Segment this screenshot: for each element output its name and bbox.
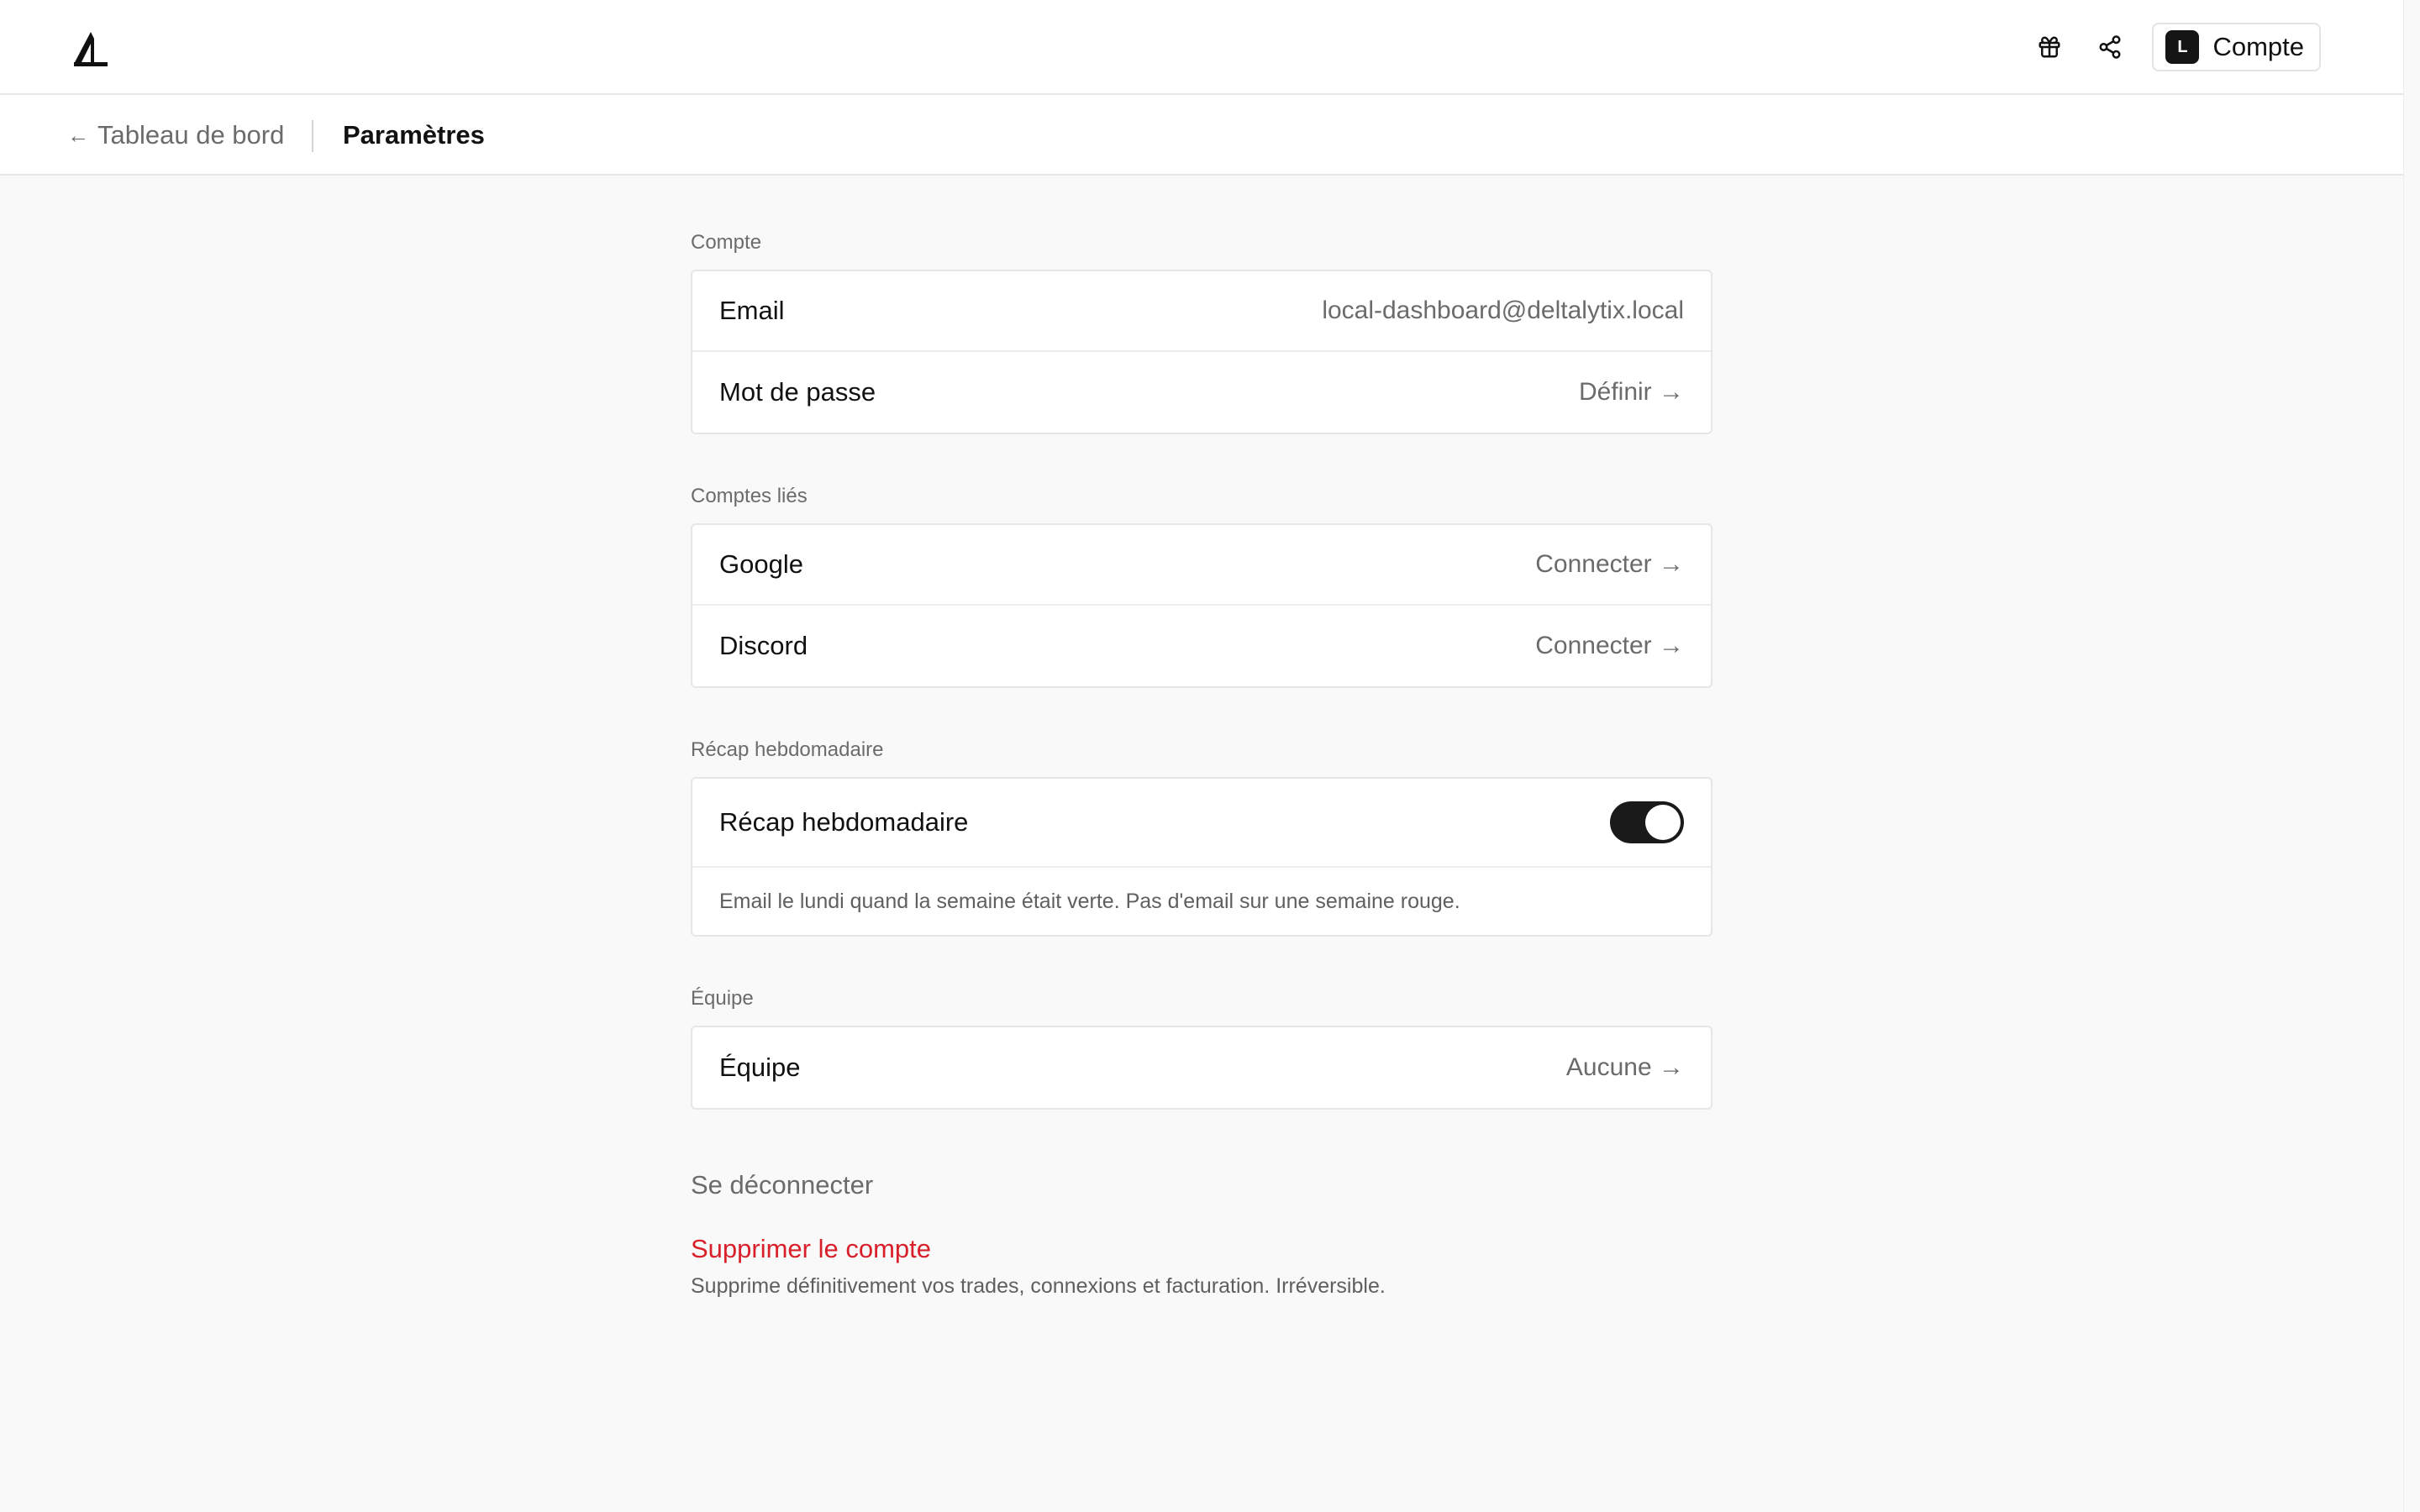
weekly-recap-toggle[interactable]	[1610, 801, 1684, 843]
google-row[interactable]: Google Connecter →	[692, 525, 1711, 606]
discord-label: Discord	[719, 631, 808, 660]
email-value: local-dashboard@deltalytix.local	[1322, 297, 1684, 324]
weekly-recap-card: Récap hebdomadaire Email le lundi quand …	[691, 777, 1712, 937]
logout-button[interactable]: Se déconnecter	[691, 1170, 873, 1200]
weekly-recap-row: Récap hebdomadaire	[692, 779, 1711, 868]
section-title-account: Compte	[691, 231, 762, 254]
email-row: Email local-dashboard@deltalytix.local	[692, 271, 1711, 352]
set-password-link[interactable]: Définir →	[1579, 378, 1684, 407]
team-card: Équipe Aucune →	[691, 1026, 1712, 1110]
top-actions: L Compte	[2024, 23, 2321, 71]
team-label: Équipe	[719, 1053, 801, 1082]
weekly-recap-label: Récap hebdomadaire	[719, 807, 969, 837]
scrollbar[interactable]	[2403, 0, 2420, 1512]
linked-accounts-card: Google Connecter → Discord Connecter →	[691, 523, 1712, 688]
section-title-team: Équipe	[691, 987, 754, 1010]
settings-content: Compte Email local-dashboard@deltalytix.…	[691, 176, 1712, 1299]
back-to-dashboard-link[interactable]: ← Tableau de bord	[67, 120, 284, 150]
gift-icon	[2039, 36, 2060, 58]
team-row[interactable]: Équipe Aucune →	[692, 1027, 1711, 1108]
connect-google-link[interactable]: Connecter →	[1535, 550, 1684, 579]
google-label: Google	[719, 549, 803, 579]
breadcrumb-divider	[312, 120, 313, 152]
top-bar: L Compte	[0, 0, 2403, 95]
discord-row[interactable]: Discord Connecter →	[692, 606, 1711, 686]
delta-logo-icon[interactable]	[72, 30, 109, 67]
password-label: Mot de passe	[719, 377, 876, 407]
weekly-recap-description: Email le lundi quand la semaine était ve…	[719, 889, 1460, 913]
delete-account-description: Supprime définitivement vos trades, conn…	[691, 1274, 1386, 1298]
account-button[interactable]: L Compte	[2152, 23, 2321, 71]
toggle-knob	[1645, 805, 1681, 840]
connect-discord-link[interactable]: Connecter →	[1535, 632, 1684, 660]
account-card: Email local-dashboard@deltalytix.local M…	[691, 270, 1712, 434]
breadcrumb: ← Tableau de bord Paramètres	[0, 95, 2403, 176]
account-label: Compte	[2212, 32, 2304, 61]
delete-account-button[interactable]: Supprimer le compte	[691, 1234, 931, 1264]
avatar: L	[2165, 30, 2200, 64]
page-title: Paramètres	[343, 120, 485, 150]
email-label: Email	[719, 296, 785, 325]
section-title-linked-accounts: Comptes liés	[691, 485, 808, 507]
section-title-weekly-recap: Récap hebdomadaire	[691, 738, 884, 761]
back-link-label: Tableau de bord	[97, 120, 285, 150]
share-icon	[2099, 35, 2121, 59]
team-value-link[interactable]: Aucune →	[1566, 1053, 1684, 1082]
weekly-recap-description-row: Email le lundi quand la semaine était ve…	[692, 868, 1711, 935]
arrow-left-icon: ←	[67, 122, 89, 148]
share-button[interactable]	[2085, 23, 2135, 71]
gift-button[interactable]	[2024, 23, 2075, 71]
password-row[interactable]: Mot de passe Définir →	[692, 352, 1711, 433]
